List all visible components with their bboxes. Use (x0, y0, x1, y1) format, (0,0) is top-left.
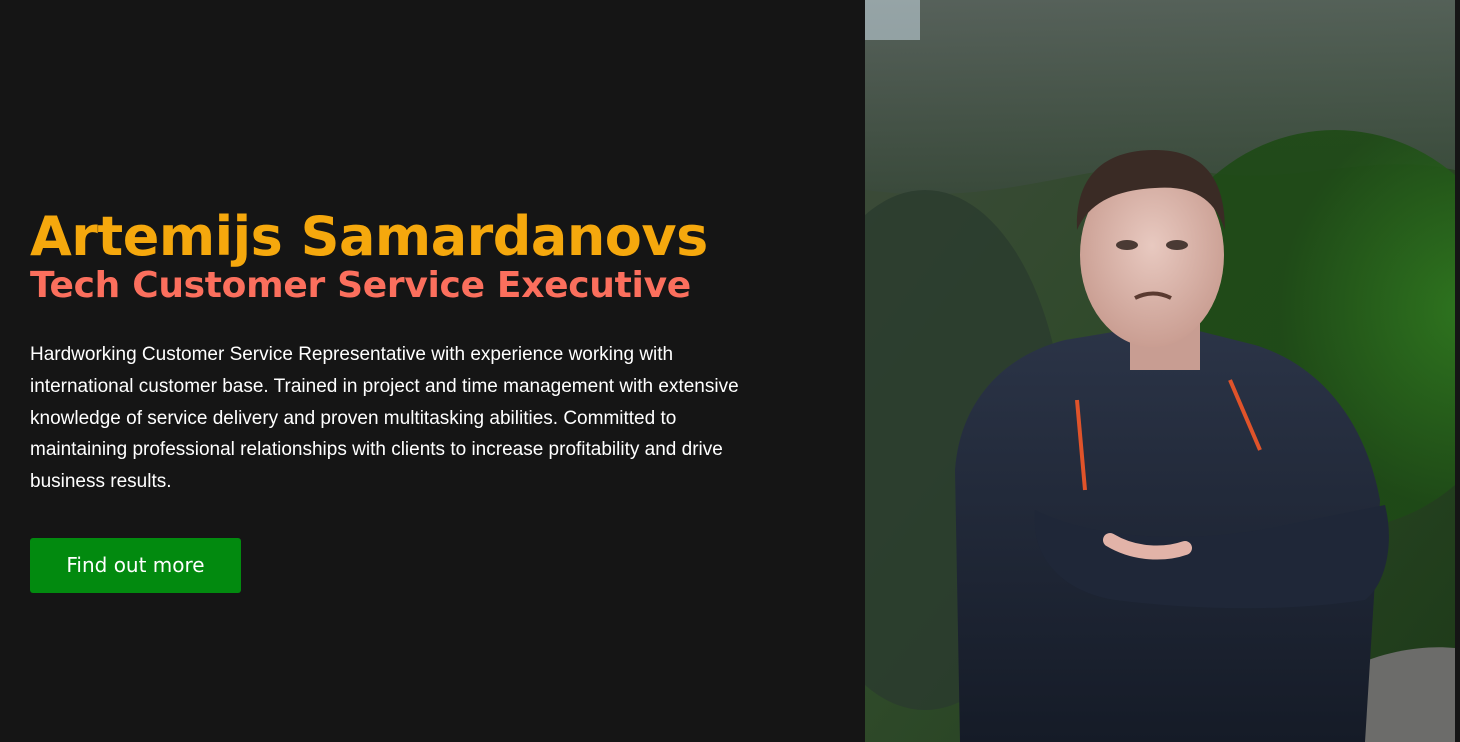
right-edge-strip (1455, 0, 1460, 742)
hero-intro: Artemijs Samardanovs Tech Customer Servi… (30, 205, 750, 593)
person-name: Artemijs Samardanovs (30, 205, 708, 268)
find-out-more-button[interactable]: Find out more (30, 537, 241, 593)
job-title: Tech Customer Service Executive (30, 265, 691, 306)
profile-summary: Hardworking Customer Service Representat… (30, 344, 739, 493)
hero-section: Artemijs Samardanovs Tech Customer Servi… (0, 0, 1460, 742)
portrait-photo (865, 0, 1455, 742)
